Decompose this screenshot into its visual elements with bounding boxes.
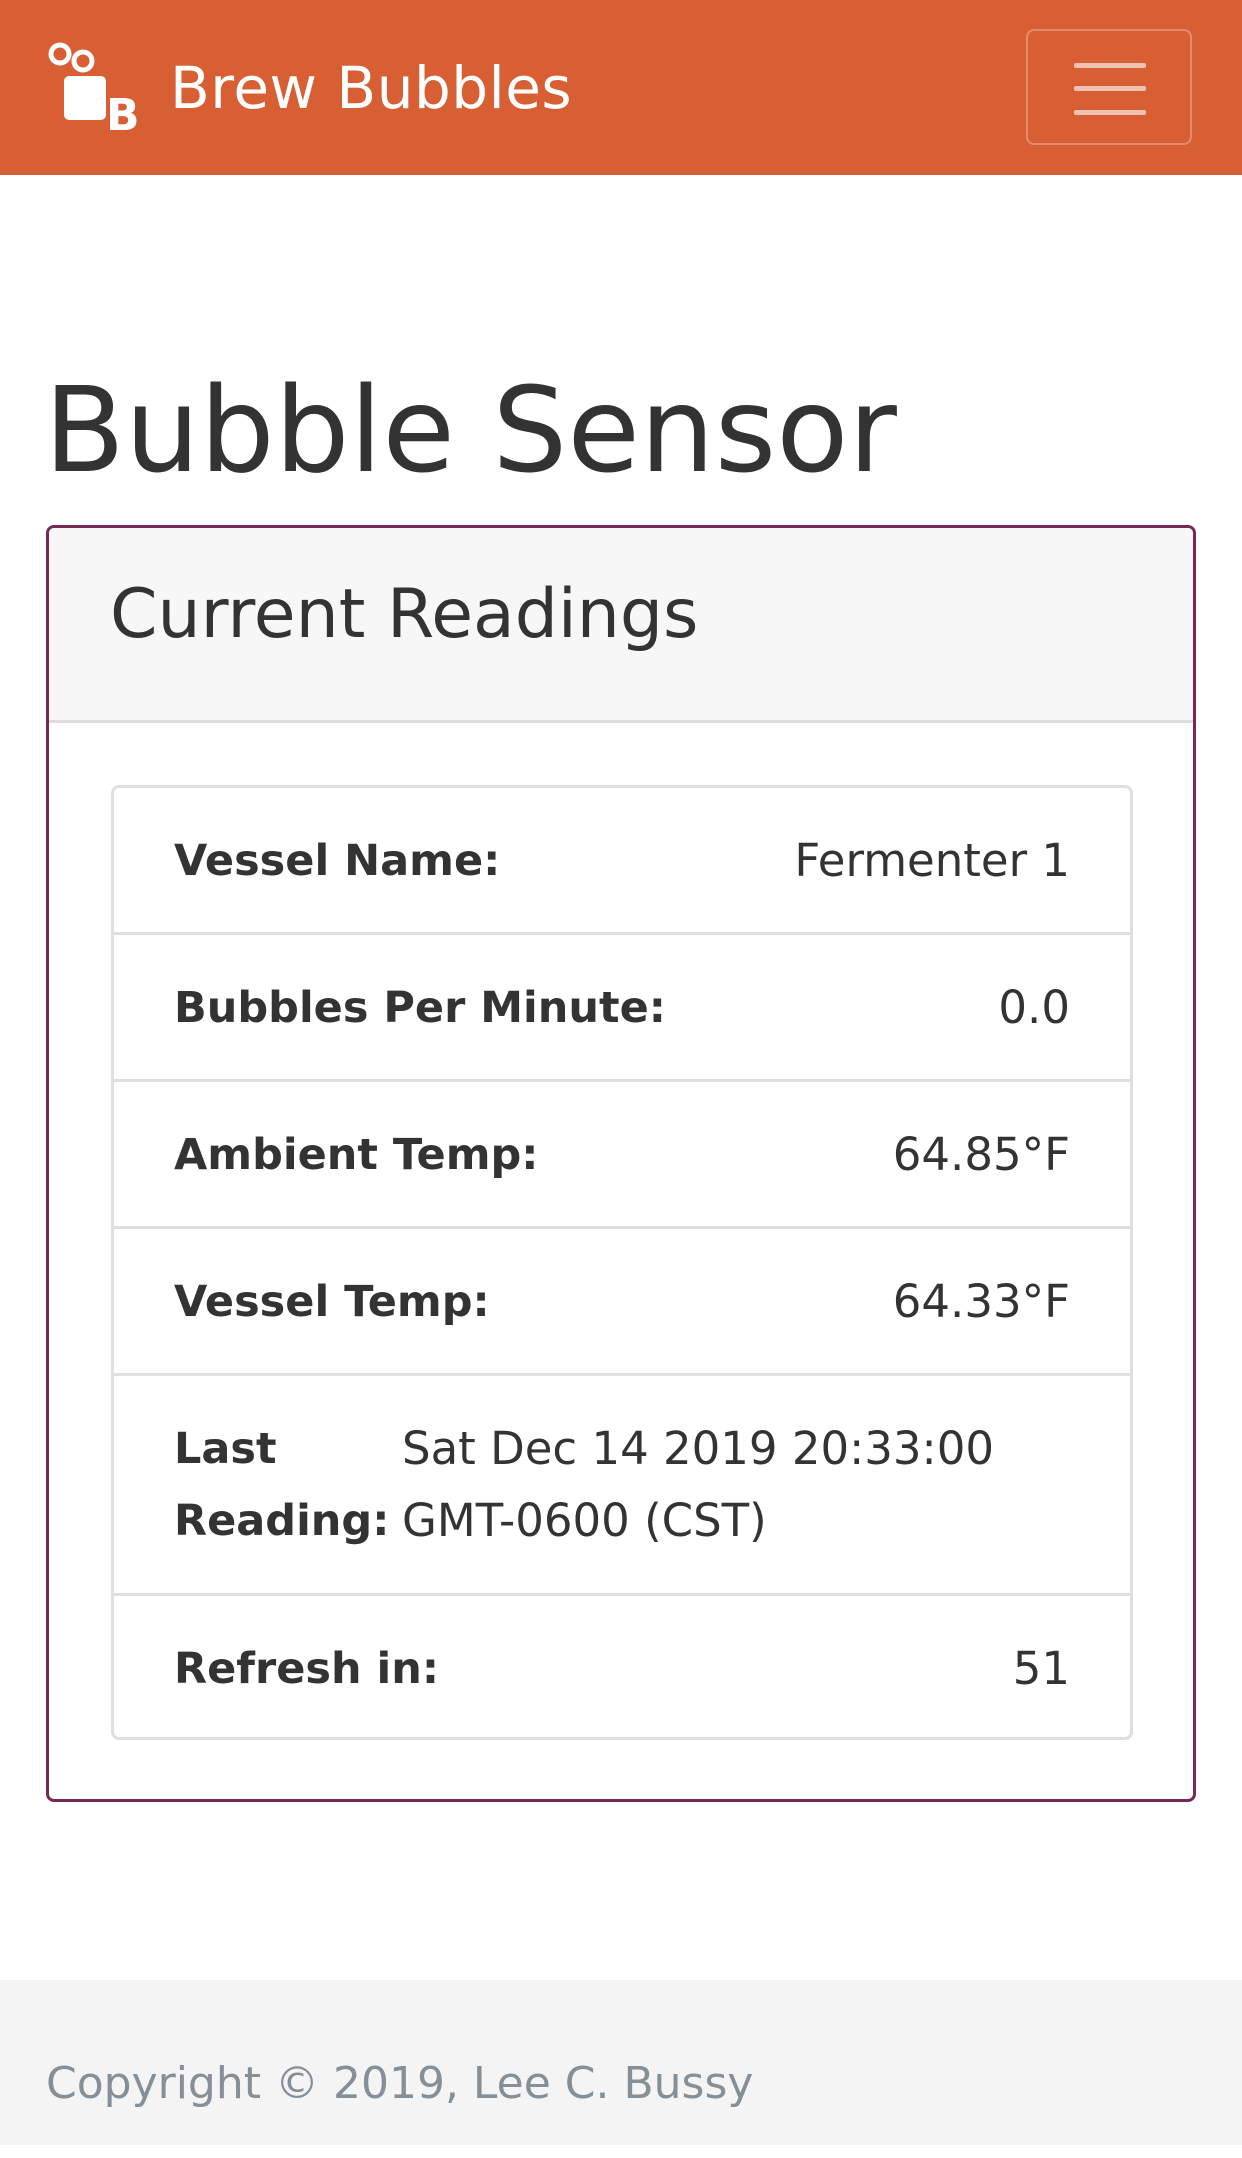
readings-list: Vessel Name: Fermenter 1 Bubbles Per Min… [111,785,1133,1740]
bubbles-b-logo-icon: B [48,42,140,138]
card-header: Current Readings [49,528,1193,723]
hamburger-bar [1074,86,1146,91]
readings-card: Current Readings Vessel Name: Fermenter … [46,525,1196,1802]
list-item-refresh-in: Refresh in: 51 [114,1596,1130,1737]
list-item-last-reading: Last Reading: Sat Dec 14 2019 20:33:00 G… [114,1376,1130,1596]
svg-text:B: B [106,90,140,138]
copyright-text: Copyright © 2019, Lee C. Bussy [46,2058,754,2109]
reading-label: Ambient Temp: [174,1130,539,1180]
reading-label: Vessel Name: [174,836,501,886]
page-title: Bubble Sensor [44,361,897,499]
footer: Copyright © 2019, Lee C. Bussy [0,1980,1242,2145]
list-item-vessel-name: Vessel Name: Fermenter 1 [114,788,1130,935]
list-item-vessel-temp: Vessel Temp: 64.33°F [114,1229,1130,1376]
reading-label: Bubbles Per Minute: [174,983,666,1033]
brand-name: Brew Bubbles [170,54,573,122]
hamburger-bar [1074,110,1146,115]
reading-label: Last Reading: [174,1424,390,1546]
reading-value: 64.33°F [892,1275,1070,1328]
list-item-bubbles-per-minute: Bubbles Per Minute: 0.0 [114,935,1130,1082]
reading-value: Fermenter 1 [794,834,1070,887]
navbar: B Brew Bubbles [0,0,1242,175]
brand-link[interactable]: B Brew Bubbles [46,38,572,138]
reading-value: 51 [1012,1642,1070,1695]
reading-value: 0.0 [998,981,1070,1034]
list-item-ambient-temp: Ambient Temp: 64.85°F [114,1082,1130,1229]
reading-label: Vessel Temp: [174,1277,490,1327]
navbar-toggle-button[interactable] [1026,29,1192,145]
hamburger-menu-icon [1074,63,1146,68]
reading-value: 64.85°F [892,1128,1070,1181]
reading-value: Sat Dec 14 2019 20:33:00 GMT-0600 (CST) [402,1422,994,1547]
reading-label: Refresh in: [174,1644,440,1694]
card-title: Current Readings [110,575,699,654]
